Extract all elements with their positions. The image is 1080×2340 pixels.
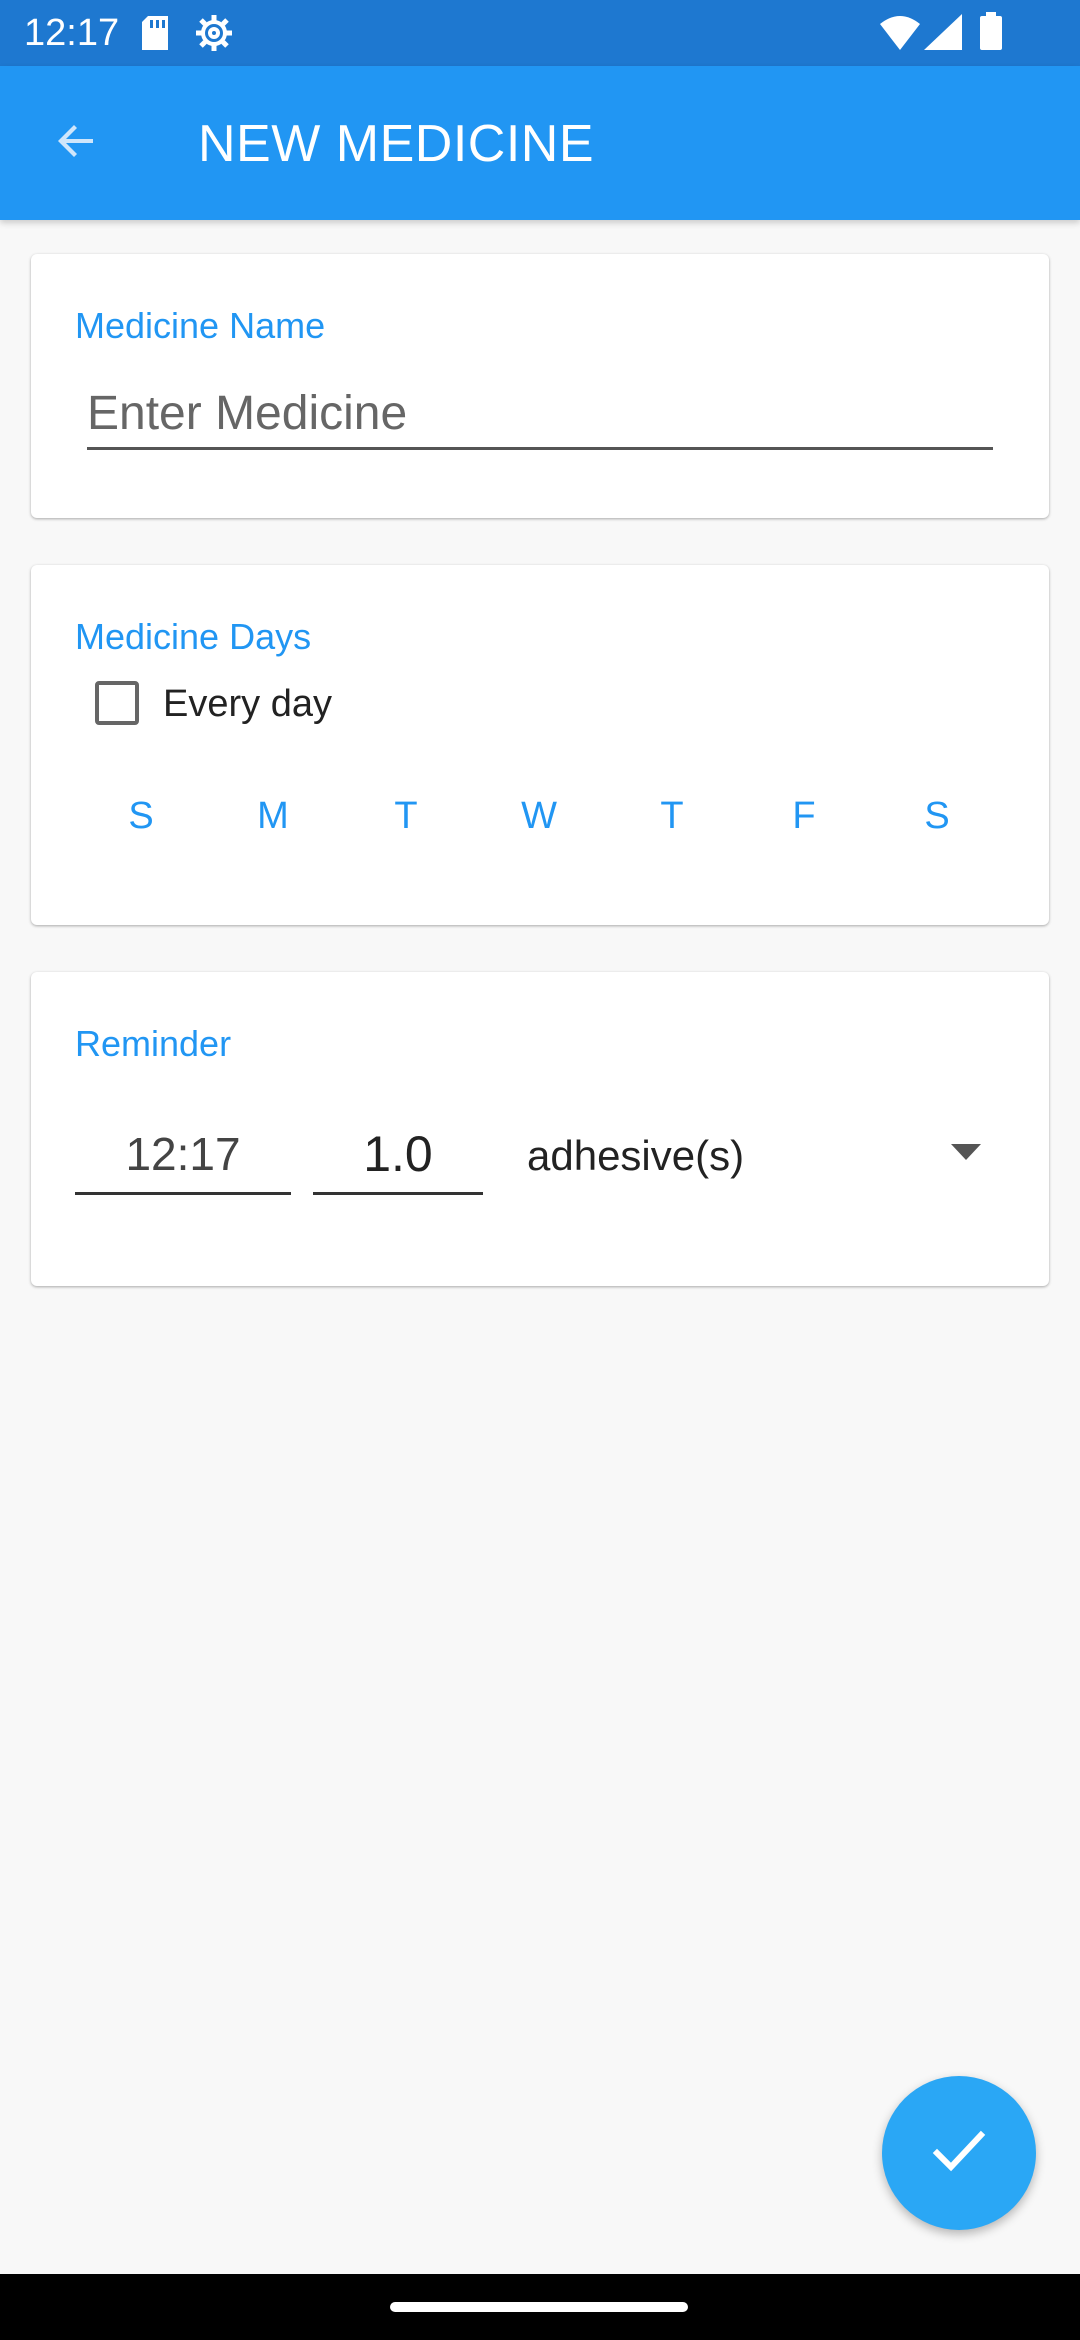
gear-icon (194, 13, 234, 58)
save-button[interactable] (882, 2076, 1036, 2230)
status-bar: 12:17 (0, 0, 1080, 66)
navigation-bar (0, 2274, 1080, 2340)
every-day-label[interactable]: Every day (163, 681, 332, 727)
day-toggle-sunday[interactable]: S (111, 793, 171, 839)
day-toggle-wednesday[interactable]: W (509, 793, 569, 839)
dropdown-arrow-icon (949, 1142, 983, 1167)
check-icon (929, 2121, 989, 2186)
reminder-label: Reminder (75, 1023, 232, 1064)
battery-icon (980, 12, 1002, 55)
wifi-icon (880, 14, 920, 55)
back-button[interactable] (40, 110, 114, 176)
reminder-card: Reminder 12:17 1.0 adhesive(s) (31, 972, 1049, 1286)
medicine-name-input[interactable] (87, 380, 993, 450)
day-toggle-friday[interactable]: F (774, 793, 834, 839)
medicine-name-label: Medicine Name (75, 305, 326, 346)
arrow-back-icon (53, 117, 101, 170)
every-day-checkbox[interactable] (95, 681, 139, 725)
medicine-days-label: Medicine Days (75, 616, 312, 657)
day-toggle-tuesday[interactable]: T (376, 793, 436, 839)
status-time: 12:17 (24, 12, 120, 54)
unit-dropdown[interactable]: adhesive(s) (527, 1122, 1007, 1194)
sd-card-icon (140, 16, 170, 55)
app-bar: NEW MEDICINE (0, 66, 1080, 220)
page-title: NEW MEDICINE (198, 115, 594, 173)
unit-label: adhesive(s) (527, 1132, 745, 1179)
home-indicator[interactable] (390, 2302, 688, 2312)
medicine-name-card: Medicine Name (31, 254, 1049, 518)
day-toggle-saturday[interactable]: S (907, 793, 967, 839)
signal-icon (924, 14, 962, 55)
reminder-time-field[interactable]: 12:17 (75, 1124, 291, 1195)
day-toggle-thursday[interactable]: T (642, 793, 702, 839)
day-toggle-monday[interactable]: M (243, 793, 303, 839)
dose-field[interactable]: 1.0 (313, 1124, 483, 1195)
medicine-days-card: Medicine Days Every day S M T W T F S (31, 565, 1049, 925)
